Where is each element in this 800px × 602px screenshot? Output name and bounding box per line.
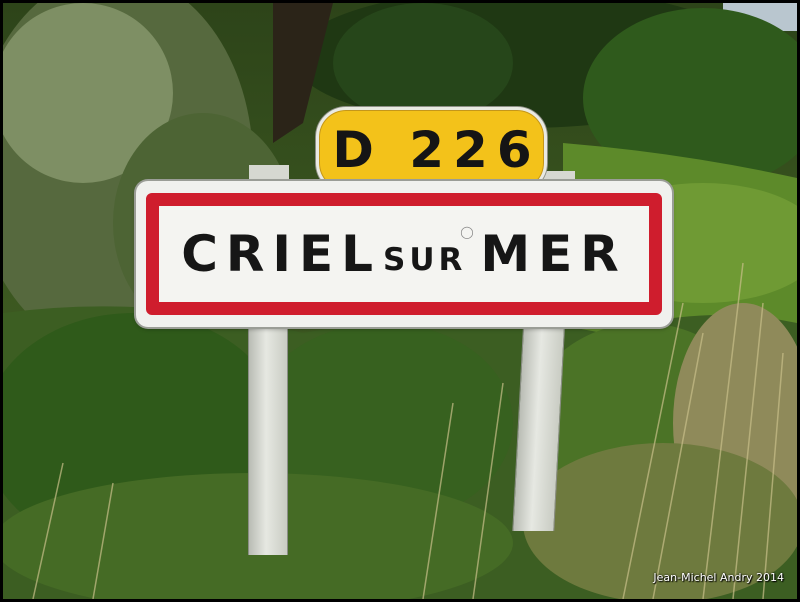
town-sign-red-border: CRIEL SUR MER (146, 193, 662, 315)
town-name-word-1: CRIEL (181, 225, 382, 283)
roadside-scene: D 226 CRIEL SUR MER ◯ (3, 3, 797, 599)
route-number-text: D 226 (332, 121, 541, 179)
left-sign-post (248, 323, 288, 555)
town-name-word-3: MER (480, 225, 627, 283)
photo-credit: Jean-Michel Andry 2014 (653, 571, 784, 584)
town-name-word-2: SUR (383, 242, 467, 278)
town-entry-sign: CRIEL SUR MER ◯ (136, 181, 672, 327)
photo-frame: D 226 CRIEL SUR MER ◯ Jean-Michel Andry … (0, 0, 800, 602)
bolt-icon: ◯ (460, 225, 474, 239)
